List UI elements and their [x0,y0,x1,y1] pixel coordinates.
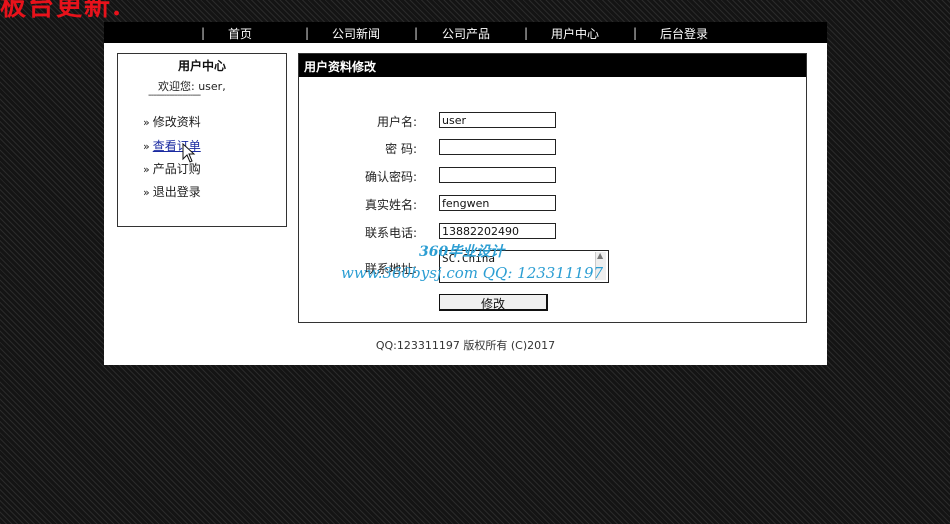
watermark-url: www.360bysj.com QQ: 123311197 [341,264,604,282]
real-name-label: 真实姓名: [364,198,417,212]
nav-separator: | [524,26,529,40]
confirm-password-field[interactable] [439,167,556,183]
username-field[interactable] [439,112,556,128]
nav-item-home[interactable]: 首页 [228,25,252,42]
panel-title: 用户资料修改 [304,60,377,74]
phone-field[interactable] [439,223,556,239]
page-container: | 首页 | 公司新闻 | 公司产品 | 用户中心 | 后台登录 用户中心 欢迎… [104,22,827,365]
password-field[interactable] [439,139,556,155]
modify-button[interactable]: 修改 [439,294,548,311]
double-chevron-icon: » [143,163,150,176]
sidebar-item-edit-profile[interactable]: » 修改资料 [143,113,201,130]
password-label: 密 码: [385,142,417,156]
nav-separator: | [305,26,310,40]
scroll-up-arrow-icon: ▲ [597,251,604,260]
double-chevron-icon: » [143,116,150,129]
sidebar-item-logout[interactable]: » 退出登录 [143,183,201,200]
nav-separator: | [201,26,206,40]
double-chevron-icon: » [143,140,150,153]
panel-header: 用户资料修改 [299,54,806,77]
nav-separator: | [633,26,638,40]
nav-separator: | [414,26,419,40]
nav-item-news[interactable]: 公司新闻 [332,25,380,42]
mouse-cursor-icon [182,143,196,163]
username-label: 用户名: [376,115,417,129]
sidebar-item-label: 产品订购 [152,162,201,176]
phone-label: 联系电话: [364,226,417,240]
footer-copyright: QQ:123311197 版权所有 (C)2017 [375,339,556,352]
confirm-password-label: 确认密码: [364,170,417,184]
profile-edit-panel: 用户资料修改 用户名: 密 码: 确认密码: 真实姓名: 联系电话: 联系地址:… [298,53,807,323]
double-chevron-icon: » [143,186,150,199]
sidebar-item-label: 修改资料 [152,115,201,129]
watermark-title: 360毕业设计 [419,244,505,260]
user-center-sidebar: 用户中心 欢迎您: user, -------------------- » 修改… [117,53,287,227]
nav-item-products[interactable]: 公司产品 [442,25,490,42]
real-name-field[interactable] [439,195,556,211]
top-navbar: | 首页 | 公司新闻 | 公司产品 | 用户中心 | 后台登录 [104,22,827,43]
sidebar-title: 用户中心 [177,59,226,73]
top-banner-text: 板台更新. [0,0,124,22]
sidebar-item-label: 退出登录 [152,185,201,199]
dashed-divider: -------------------- [148,90,201,101]
nav-item-admin-login[interactable]: 后台登录 [660,25,708,42]
nav-item-user-center[interactable]: 用户中心 [551,25,599,42]
